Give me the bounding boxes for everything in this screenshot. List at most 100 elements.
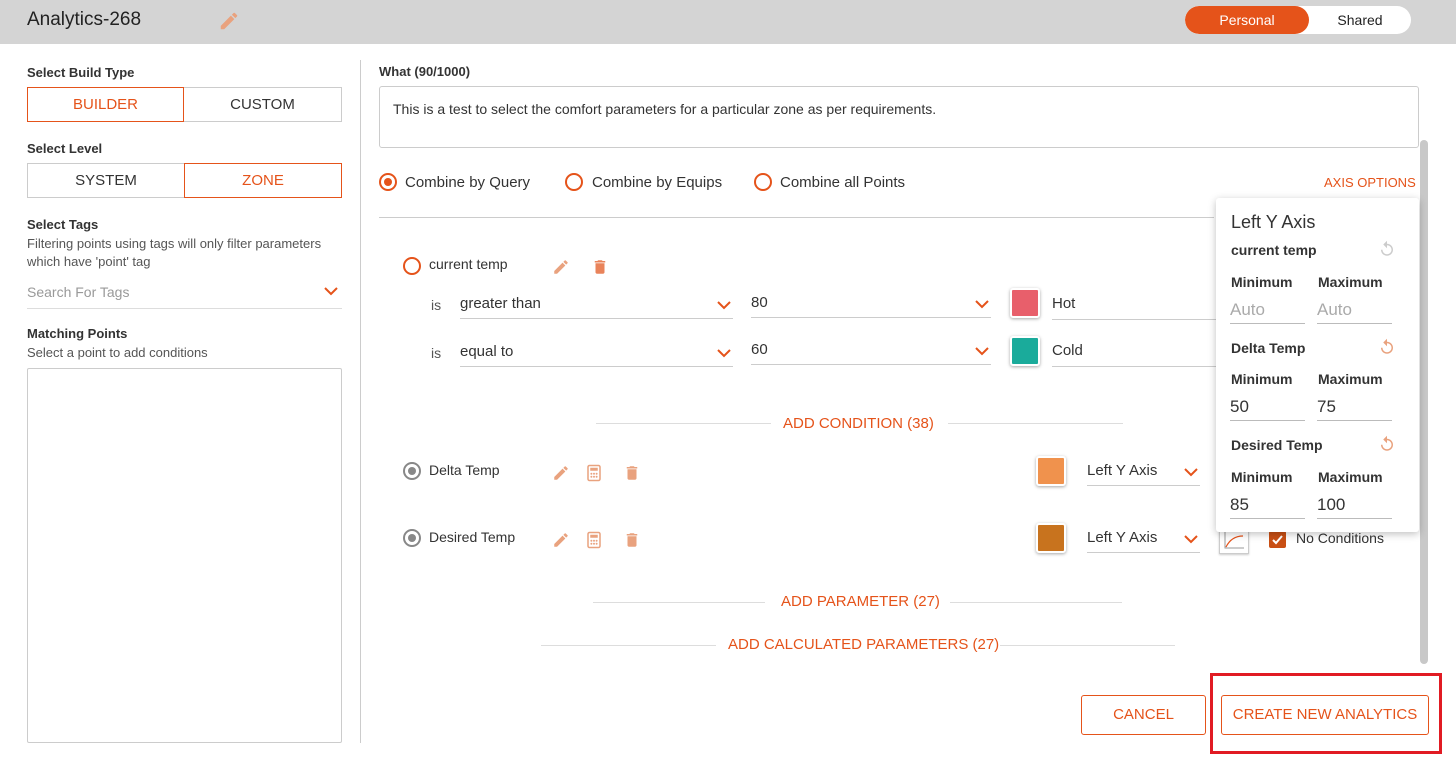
delta-temp-radio[interactable]: [403, 462, 421, 480]
chevron-down-icon[interactable]: [717, 300, 731, 310]
maximum-label: Maximum: [1318, 274, 1383, 290]
combine-by-query-label: Combine by Query: [405, 174, 531, 191]
trash-icon[interactable]: [623, 531, 641, 549]
reset-icon[interactable]: [1378, 435, 1396, 453]
combine-by-equips-radio[interactable]: [565, 173, 583, 191]
pencil-icon[interactable]: [218, 10, 240, 32]
build-type-label: Select Build Type: [27, 65, 135, 80]
pencil-icon[interactable]: [552, 258, 570, 276]
axis-select[interactable]: Left Y Axis: [1087, 460, 1200, 486]
chevron-down-icon[interactable]: [975, 299, 989, 309]
no-conditions-label: No Conditions: [1296, 530, 1384, 546]
chevron-down-icon[interactable]: [717, 348, 731, 358]
divider: [593, 602, 765, 603]
tag-search-input[interactable]: Search For Tags: [27, 280, 342, 309]
system-button[interactable]: SYSTEM: [27, 163, 184, 198]
axis-options-popover: Left Y Axis current temp Minimum Maximum…: [1216, 198, 1419, 532]
popover-title: Left Y Axis: [1231, 212, 1316, 232]
panel-divider: [360, 60, 361, 743]
minimum-input[interactable]: 50: [1230, 395, 1305, 421]
operator-select[interactable]: greater than: [460, 293, 733, 319]
current-temp-radio[interactable]: [403, 257, 421, 275]
maximum-label: Maximum: [1318, 371, 1383, 387]
value-text: 60: [751, 341, 768, 358]
condition-label-input[interactable]: Cold: [1052, 339, 1216, 367]
maximum-input[interactable]: Auto: [1317, 298, 1392, 324]
no-conditions-checkbox[interactable]: [1269, 531, 1286, 548]
value-select[interactable]: 60: [751, 339, 991, 365]
condition-label-input[interactable]: Hot: [1052, 292, 1216, 320]
scrollbar[interactable]: [1420, 140, 1428, 664]
combine-by-query-radio[interactable]: [379, 173, 397, 191]
reset-icon[interactable]: [1378, 338, 1396, 356]
maximum-label: Maximum: [1318, 469, 1383, 485]
add-calculated-parameters-button[interactable]: ADD CALCULATED PARAMETERS (27): [728, 636, 999, 653]
highlight-box: [1210, 673, 1442, 754]
personal-option[interactable]: Personal: [1185, 6, 1309, 34]
operator-select[interactable]: equal to: [460, 341, 733, 367]
what-textarea[interactable]: This is a test to select the comfort par…: [379, 86, 1419, 148]
section-desired-temp: Desired Temp: [1231, 437, 1323, 453]
chevron-down-icon[interactable]: [975, 346, 989, 356]
trash-icon[interactable]: [623, 464, 641, 482]
axis-options-link[interactable]: AXIS OPTIONS: [1324, 175, 1416, 190]
tags-description: Filtering points using tags will only fi…: [27, 236, 322, 251]
chevron-down-icon[interactable]: [324, 286, 338, 296]
matching-points-description: Select a point to add conditions: [27, 345, 208, 360]
minimum-input[interactable]: Auto: [1230, 298, 1305, 324]
zone-button[interactable]: ZONE: [184, 163, 342, 198]
add-condition-button[interactable]: ADD CONDITION (38): [783, 415, 934, 432]
what-label: What (90/1000): [379, 64, 471, 79]
shared-option[interactable]: Shared: [1309, 6, 1411, 34]
level-label: Select Level: [27, 141, 103, 156]
combine-all-points-radio[interactable]: [754, 173, 772, 191]
calculator-icon[interactable]: [585, 464, 603, 482]
custom-button[interactable]: CUSTOM: [184, 87, 342, 122]
combine-all-points-label: Combine all Points: [780, 174, 906, 191]
tags-description-2: which have 'point' tag: [27, 254, 151, 269]
minimum-input[interactable]: 85: [1230, 493, 1305, 519]
pencil-icon[interactable]: [552, 464, 570, 482]
divider: [950, 602, 1122, 603]
personal-shared-toggle[interactable]: Personal Shared: [1185, 6, 1411, 34]
maximum-input[interactable]: 100: [1317, 493, 1392, 519]
chevron-down-icon[interactable]: [1184, 534, 1198, 544]
operator-value: equal to: [460, 343, 514, 360]
divider: [596, 423, 771, 424]
trash-icon[interactable]: [591, 258, 609, 276]
divider: [948, 423, 1123, 424]
maximum-input[interactable]: 75: [1317, 395, 1392, 421]
color-swatch[interactable]: [1010, 288, 1040, 318]
reset-icon[interactable]: [1378, 240, 1396, 258]
section-divider: [379, 217, 1214, 218]
desired-temp-radio[interactable]: [403, 529, 421, 547]
pencil-icon[interactable]: [552, 531, 570, 549]
top-bar: Analytics-268 Personal Shared: [0, 0, 1456, 44]
chevron-down-icon[interactable]: [1184, 467, 1198, 477]
matching-points-list[interactable]: [27, 368, 342, 743]
cancel-button[interactable]: CANCEL: [1081, 695, 1206, 735]
section-current-temp: current temp: [1231, 242, 1317, 258]
combine-by-equips-label: Combine by Equips: [592, 174, 723, 191]
builder-button[interactable]: BUILDER: [27, 87, 184, 122]
operator-value: greater than: [460, 295, 541, 312]
section-delta-temp: Delta Temp: [1231, 340, 1306, 356]
tags-label: Select Tags: [27, 217, 99, 232]
color-swatch[interactable]: [1010, 336, 1040, 366]
axis-select-value: Left Y Axis: [1087, 462, 1158, 479]
desired-temp-label: Desired Temp: [429, 529, 516, 545]
analytics-title: Analytics-268: [27, 9, 142, 30]
divider: [541, 645, 716, 646]
axis-select[interactable]: Left Y Axis: [1087, 527, 1200, 553]
divider: [1000, 645, 1175, 646]
minimum-label: Minimum: [1231, 274, 1293, 290]
color-swatch[interactable]: [1036, 456, 1066, 486]
color-swatch[interactable]: [1036, 523, 1066, 553]
add-parameter-button[interactable]: ADD PARAMETER (27): [781, 593, 940, 610]
value-text: 80: [751, 294, 768, 311]
minimum-label: Minimum: [1231, 469, 1293, 485]
calculator-icon[interactable]: [585, 531, 603, 549]
value-select[interactable]: 80: [751, 292, 991, 318]
axis-select-value: Left Y Axis: [1087, 529, 1158, 546]
delta-temp-label: Delta Temp: [429, 462, 500, 478]
